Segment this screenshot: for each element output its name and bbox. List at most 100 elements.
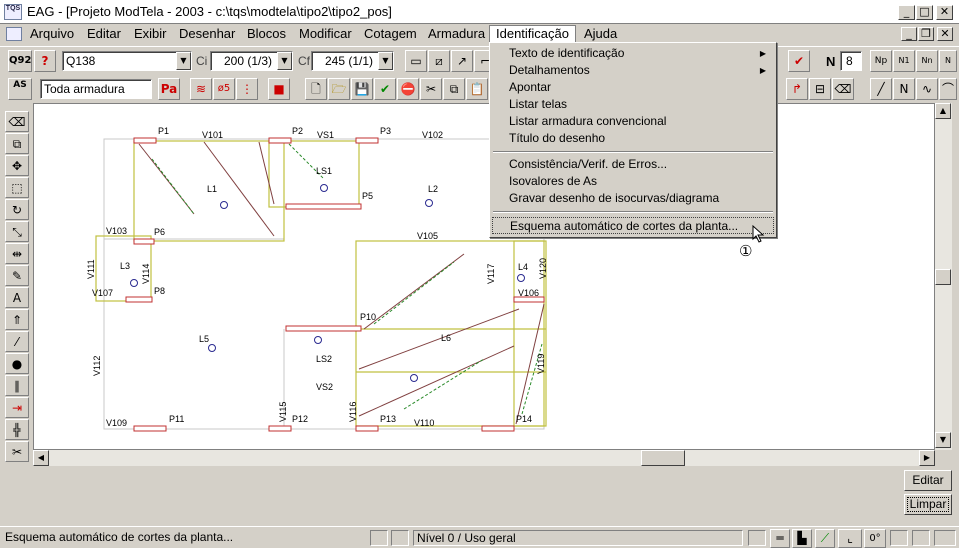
menu-item-esquema-cortes[interactable]: Esquema automático de cortes da planta..…: [492, 217, 774, 234]
menu-item-texto-identificacao[interactable]: Texto de identificação ▶: [492, 45, 774, 62]
arc-icon[interactable]: ⌒: [939, 78, 957, 100]
edit-text-icon[interactable]: A: [5, 287, 29, 308]
menu-item-gravar-desenho[interactable]: Gravar desenho de isocurvas/diagrama: [492, 190, 774, 207]
menu-item-isovalores[interactable]: Isovalores de As: [492, 173, 774, 190]
menu-blocos[interactable]: Blocos: [241, 26, 292, 43]
menu-item-listar-armadura[interactable]: Listar armadura convencional: [492, 113, 774, 130]
help-icon[interactable]: ?: [34, 50, 56, 72]
svg-text:P14: P14: [516, 414, 532, 424]
rotate-icon[interactable]: ↻: [5, 199, 29, 220]
erase-icon[interactable]: ⌫: [832, 78, 854, 100]
line-icon[interactable]: ╱: [870, 78, 892, 100]
angle-button[interactable]: 0°: [864, 529, 886, 548]
edit-button[interactable]: Editar: [904, 470, 952, 491]
mirror-icon[interactable]: ⇹: [5, 243, 29, 264]
draw-diagonal-icon[interactable]: ⧄: [428, 50, 450, 72]
bar-diagram-icon[interactable]: ⋮: [236, 78, 258, 100]
join-icon[interactable]: ╬: [5, 419, 29, 440]
check-icon[interactable]: ✔: [374, 78, 396, 100]
chevron-down-icon[interactable]: ▼: [277, 52, 292, 70]
save-red-icon[interactable]: ■: [268, 78, 290, 100]
draw-rect-icon[interactable]: ▭: [405, 50, 427, 72]
copy-move-icon[interactable]: ⧉: [5, 133, 29, 154]
menu-desenhar[interactable]: Desenhar: [173, 26, 241, 43]
menu-armadura[interactable]: Armadura: [422, 26, 491, 43]
bar-check-icon[interactable]: ✔: [788, 50, 810, 72]
menu-item-consistencia[interactable]: Consistência/Verif. de Erros...: [492, 156, 774, 173]
o5-button[interactable]: ø5: [213, 78, 235, 100]
polar-icon[interactable]: ⟋: [815, 529, 835, 548]
horizontal-scrollbar[interactable]: ◀ ▶: [33, 450, 935, 466]
chevron-down-icon[interactable]: ▼: [176, 52, 191, 70]
stop-icon[interactable]: ⛔: [397, 78, 419, 100]
minimize-icon[interactable]: _: [898, 5, 915, 20]
corner-icon[interactable]: ⌞: [838, 529, 862, 548]
scroll-left-icon[interactable]: ◀: [33, 450, 49, 466]
open-folder-icon[interactable]: 🗁: [328, 78, 350, 100]
pencil-icon[interactable]: ✎: [5, 265, 29, 286]
n-field[interactable]: 8: [840, 51, 862, 71]
doc-restore-icon[interactable]: ❐: [918, 27, 934, 41]
pa-button[interactable]: Pa: [158, 78, 180, 100]
np-icon[interactable]: Np: [870, 50, 892, 72]
vertical-scroll-thumb[interactable]: [935, 269, 951, 285]
svg-text:V105: V105: [417, 231, 438, 241]
horizontal-scroll-thumb[interactable]: [641, 450, 685, 466]
floor-plan-drawing: P1 P2 P3 P5 P6 P8 P10 P11 P12 P13 P14 V1…: [86, 126, 548, 432]
menu-ajuda[interactable]: Ajuda: [578, 26, 623, 43]
document-icon[interactable]: [6, 27, 22, 41]
filter-field[interactable]: Toda armadura: [40, 79, 152, 99]
n2-icon[interactable]: N: [939, 50, 957, 72]
chevron-down-icon[interactable]: ▼: [378, 52, 393, 70]
menu-editar[interactable]: Editar: [81, 26, 127, 43]
drawing-canvas[interactable]: P1 P2 P3 P5 P6 P8 P10 P11 P12 P13 P14 V1…: [33, 103, 935, 450]
ci-combo[interactable]: 200 (1/3) ▼: [210, 51, 293, 71]
save-icon[interactable]: 💾: [351, 78, 373, 100]
menu-cotagem[interactable]: Cotagem: [358, 26, 423, 43]
scale-icon[interactable]: ⤡: [5, 221, 29, 242]
close-icon[interactable]: ✕: [936, 5, 953, 20]
n1n2-icon[interactable]: Nn: [916, 50, 938, 72]
scroll-right-icon[interactable]: ▶: [919, 450, 935, 466]
menu-exibir[interactable]: Exibir: [128, 26, 173, 43]
paste-icon[interactable]: 📋: [466, 78, 488, 100]
fill-icon[interactable]: ●: [5, 353, 29, 374]
bar-combo[interactable]: Q138 ▼: [62, 51, 192, 71]
doc-minimize-icon[interactable]: _: [901, 27, 917, 41]
clear-button[interactable]: Limpar: [904, 494, 952, 515]
move-icon[interactable]: ✥: [5, 155, 29, 176]
maximize-icon[interactable]: □: [916, 5, 933, 20]
polyline-icon[interactable]: N: [893, 78, 915, 100]
curve-icon[interactable]: ∿: [916, 78, 938, 100]
scissors-icon[interactable]: ✂: [5, 441, 29, 462]
section-icon[interactable]: ↱: [786, 78, 808, 100]
stretch-icon[interactable]: ⬚: [5, 177, 29, 198]
ortho-icon[interactable]: ═: [770, 529, 790, 548]
menu-item-titulo-desenho[interactable]: Título do desenho: [492, 130, 774, 147]
bars-icon[interactable]: ≋: [190, 78, 212, 100]
scroll-up-icon[interactable]: ▲: [935, 103, 951, 119]
as-button[interactable]: AS: [8, 78, 32, 100]
menu-item-listar-telas[interactable]: Listar telas: [492, 96, 774, 113]
menu-item-apontar[interactable]: Apontar: [492, 79, 774, 96]
eraser-icon[interactable]: ⌫: [5, 111, 29, 132]
copy-icon[interactable]: ⧉: [443, 78, 465, 100]
section-box-icon[interactable]: ⊟: [809, 78, 831, 100]
parallel-icon[interactable]: ∥: [5, 375, 29, 396]
vertical-scrollbar[interactable]: ▲ ▼: [935, 103, 952, 450]
new-file-icon[interactable]: 🗋: [305, 78, 327, 100]
menu-item-detalhamentos[interactable]: Detalhamentos ▶: [492, 62, 774, 79]
cut-icon[interactable]: ✂: [420, 78, 442, 100]
scroll-down-icon[interactable]: ▼: [935, 432, 951, 448]
doc-close-icon[interactable]: ✕: [937, 27, 953, 41]
extend-icon[interactable]: ⇑: [5, 309, 29, 330]
snap-icon[interactable]: ▙: [792, 529, 812, 548]
menu-arquivo[interactable]: Arquivo: [24, 26, 80, 43]
menu-modificar[interactable]: Modificar: [293, 26, 358, 43]
q92-button[interactable]: Q92: [8, 50, 32, 72]
cf-combo[interactable]: 245 (1/1) ▼: [311, 51, 394, 71]
n1-icon[interactable]: N1: [893, 50, 915, 72]
trim-icon[interactable]: ⁄: [5, 331, 29, 352]
edit-bar-icon[interactable]: ↗: [451, 50, 473, 72]
break-icon[interactable]: ⇥: [5, 397, 29, 418]
